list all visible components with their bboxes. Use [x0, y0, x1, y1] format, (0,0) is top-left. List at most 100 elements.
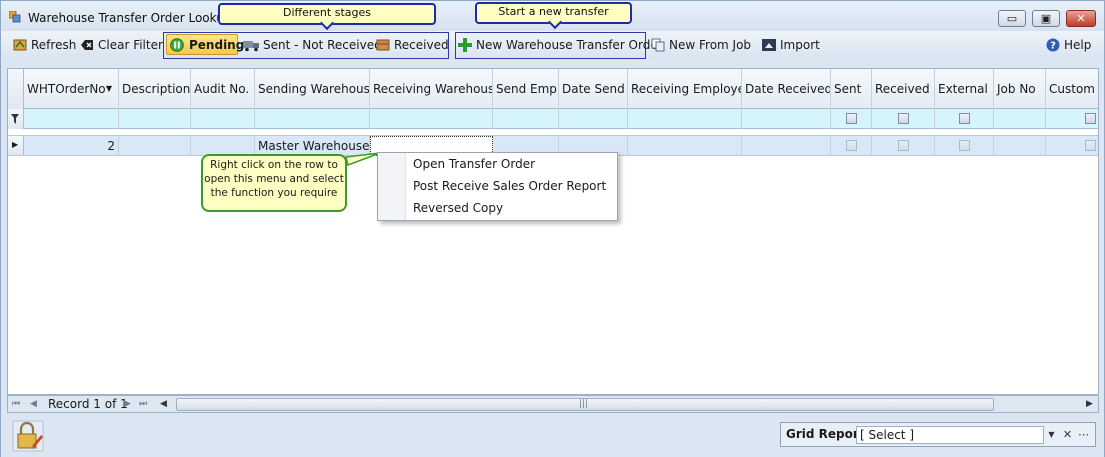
cell-sent[interactable]	[831, 136, 872, 156]
cell-audit-no[interactable]	[191, 136, 255, 156]
record-navigator: ⏮ ◀ Record 1 of 1 ▶ ⏭ ◀ ||| ▶	[7, 395, 1099, 413]
filter-cell[interactable]	[493, 109, 559, 129]
external-checkbox[interactable]	[959, 140, 970, 151]
pending-button[interactable]: Pending	[166, 34, 244, 55]
right-click-note: Right click on the row to open this menu…	[201, 154, 347, 212]
horizontal-scrollbar-thumb[interactable]: |||	[176, 398, 994, 411]
clear-report-icon[interactable]: ✕	[1060, 426, 1075, 444]
first-record-icon[interactable]: ⏮	[12, 398, 20, 410]
filter-cell[interactable]	[1046, 109, 1098, 129]
sent-checkbox[interactable]	[846, 140, 857, 151]
external-filter-checkbox[interactable]	[959, 113, 970, 124]
filter-cell[interactable]	[559, 109, 628, 129]
scroll-grip-icon: |||	[579, 399, 589, 409]
transfer-orders-grid: WHTOrderNo ▼ Description Audit No. Sendin…	[7, 68, 1099, 395]
clear-filter-button[interactable]: Clear Filter	[80, 35, 163, 55]
col-header-job-no[interactable]: Job No	[994, 69, 1046, 109]
col-header-send-emp[interactable]: Send Emp	[493, 69, 559, 109]
new-transfer-button[interactable]: New Warehouse Transfer Order	[458, 35, 663, 55]
lock-edit-icon[interactable]	[12, 420, 44, 452]
menu-item-reversed-copy[interactable]: Reversed Copy	[413, 197, 503, 219]
maximize-button[interactable]: ▣	[1032, 10, 1060, 27]
col-header-received[interactable]: Received	[872, 69, 935, 109]
cell-description[interactable]	[119, 136, 191, 156]
filter-cell[interactable]	[24, 109, 119, 129]
filter-cell[interactable]	[994, 109, 1046, 129]
custom-bo-checkbox[interactable]	[1085, 140, 1096, 151]
sort-desc-icon: ▼	[105, 84, 112, 93]
sent-not-received-button[interactable]: Sent - Not Received	[243, 35, 382, 55]
custom-bo-filter-checkbox[interactable]	[1085, 113, 1096, 124]
truck-icon	[243, 41, 259, 52]
col-header-custom-bo[interactable]: Custom Bo	[1046, 69, 1098, 109]
filter-cell[interactable]	[191, 109, 255, 129]
auto-filter-row	[8, 109, 1098, 129]
scroll-right-icon[interactable]: ▶	[1086, 398, 1093, 410]
col-header-audit-no[interactable]: Audit No.	[191, 69, 255, 109]
grid-header: WHTOrderNo ▼ Description Audit No. Sendin…	[8, 69, 1098, 109]
row-indicator: ▶	[8, 136, 24, 155]
import-icon	[762, 39, 776, 51]
cell-received[interactable]	[872, 136, 935, 156]
menu-item-post-receive-report[interactable]: Post Receive Sales Order Report	[413, 175, 606, 197]
cell-receiving-employee[interactable]	[628, 136, 742, 156]
col-header-date-send[interactable]: Date Send	[559, 69, 628, 109]
record-count: Record 1 of 1	[48, 397, 128, 411]
window-title: Warehouse Transfer Order Lookup	[28, 11, 232, 25]
col-header-date-received[interactable]: Date Received	[742, 69, 831, 109]
col-header-receiving-employee[interactable]: Receiving Employee	[628, 69, 742, 109]
received-button[interactable]: Received	[376, 35, 449, 55]
filter-cell[interactable]	[742, 109, 831, 129]
col-header-sent[interactable]: Sent	[831, 69, 872, 109]
maximize-icon: ▣	[1040, 12, 1052, 25]
right-click-note-text: Right click on the row to open this menu…	[204, 159, 344, 199]
box-icon	[376, 39, 390, 51]
refresh-button[interactable]: Refresh	[13, 35, 76, 55]
help-button[interactable]: ? Help	[1046, 35, 1096, 55]
more-options-icon[interactable]: ⋯	[1076, 426, 1091, 444]
filter-cell[interactable]	[628, 109, 742, 129]
scroll-left-icon[interactable]: ◀	[160, 398, 167, 410]
filter-cell[interactable]	[119, 109, 191, 129]
filter-icon	[11, 114, 19, 124]
col-header-sending-warehouse[interactable]: Sending Warehouse	[255, 69, 370, 109]
col-header-external[interactable]: External	[935, 69, 994, 109]
dropdown-arrow-icon[interactable]: ▼	[1044, 426, 1059, 444]
context-menu: Open Transfer Order Post Receive Sales O…	[377, 152, 618, 221]
next-record-icon[interactable]: ▶	[124, 398, 131, 410]
main-window: Warehouse Transfer Order Lookup ▭ ▣ ✕ Di…	[0, 0, 1105, 457]
filter-cell[interactable]	[255, 109, 370, 129]
close-button[interactable]: ✕	[1066, 10, 1096, 27]
cell-order-no[interactable]: 2	[24, 136, 119, 156]
cell-job-no[interactable]	[994, 136, 1046, 156]
plus-icon	[458, 38, 472, 52]
prev-record-icon[interactable]: ◀	[30, 398, 37, 410]
app-icon	[9, 11, 21, 23]
filter-cell[interactable]	[872, 109, 935, 129]
grid-report-select[interactable]: [ Select ]	[856, 426, 1044, 444]
received-checkbox[interactable]	[898, 140, 909, 151]
last-record-icon[interactable]: ⏭	[139, 398, 147, 410]
header-indicator	[8, 69, 24, 109]
import-button[interactable]: Import	[762, 35, 822, 55]
col-header-whtorderno[interactable]: WHTOrderNo ▼	[24, 69, 119, 109]
col-header-receiving-warehouse[interactable]: Receiving Warehouse	[370, 69, 493, 109]
col-header-description[interactable]: Description	[119, 69, 191, 109]
filter-cell[interactable]	[831, 109, 872, 129]
cell-date-received[interactable]	[742, 136, 831, 156]
filter-cell[interactable]	[370, 109, 493, 129]
cell-external[interactable]	[935, 136, 994, 156]
refresh-icon	[13, 39, 27, 51]
clear-filter-icon	[81, 40, 93, 50]
svg-text:?: ?	[1050, 41, 1056, 52]
new-from-job-button[interactable]: New From Job	[651, 35, 751, 55]
filter-row-indicator	[8, 109, 24, 129]
sent-filter-checkbox[interactable]	[846, 113, 857, 124]
context-menu-gutter	[378, 153, 406, 220]
menu-item-open-transfer-order[interactable]: Open Transfer Order	[413, 153, 535, 175]
received-filter-checkbox[interactable]	[898, 113, 909, 124]
filter-cell[interactable]	[935, 109, 994, 129]
cell-custom-bo[interactable]	[1046, 136, 1098, 156]
minimize-button[interactable]: ▭	[998, 10, 1026, 27]
copy-icon	[651, 38, 665, 52]
